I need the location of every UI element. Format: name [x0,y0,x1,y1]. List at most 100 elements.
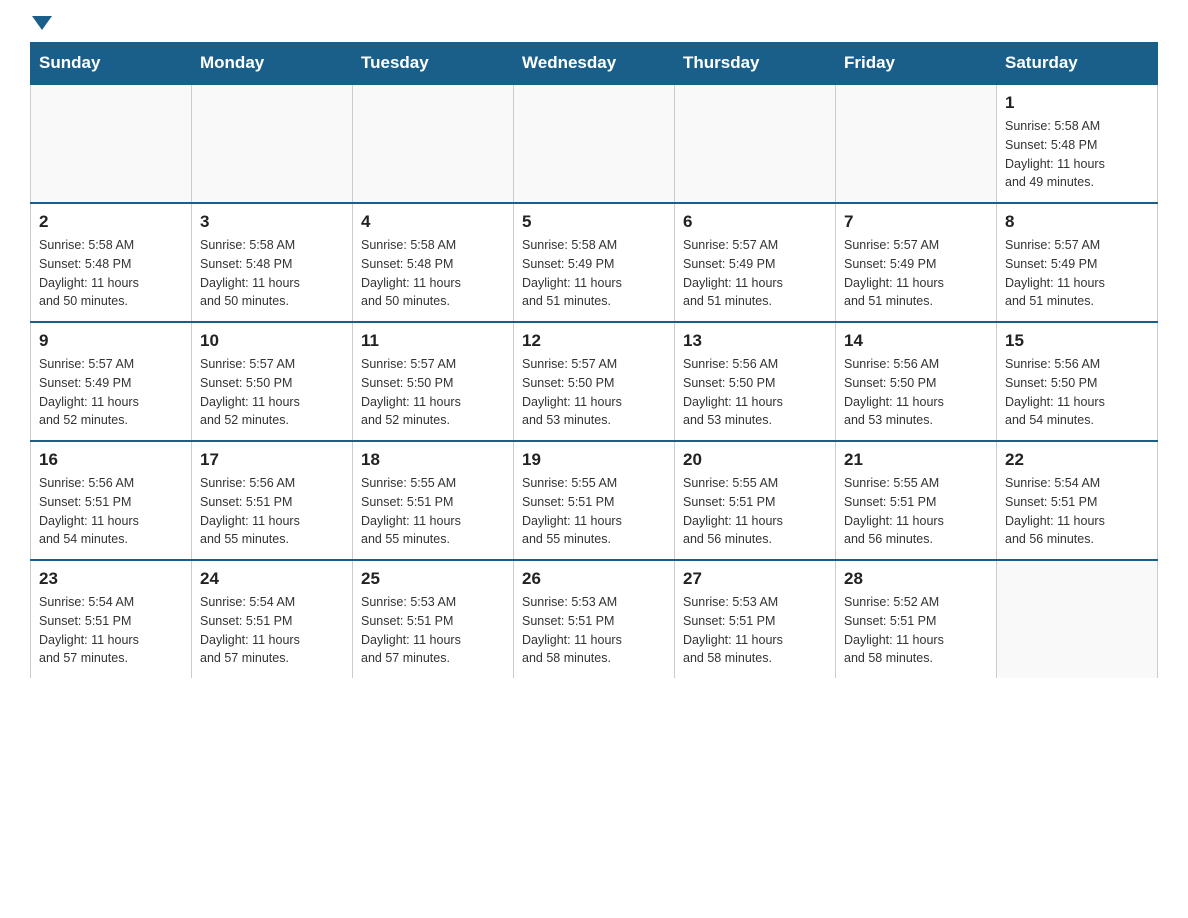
calendar-cell: 8 Sunrise: 5:57 AM Sunset: 5:49 PM Daylig… [997,203,1158,322]
day-number: 4 [361,212,505,232]
calendar-cell [353,84,514,203]
calendar-cell [31,84,192,203]
calendar-header-row: SundayMondayTuesdayWednesdayThursdayFrid… [31,43,1158,85]
page-header [30,20,1158,32]
day-info: Sunrise: 5:58 AM Sunset: 5:49 PM Dayligh… [522,236,666,311]
calendar-cell: 27 Sunrise: 5:53 AM Sunset: 5:51 PM Dayli… [675,560,836,678]
day-info: Sunrise: 5:56 AM Sunset: 5:50 PM Dayligh… [844,355,988,430]
calendar-cell: 16 Sunrise: 5:56 AM Sunset: 5:51 PM Dayli… [31,441,192,560]
calendar-cell [514,84,675,203]
day-number: 11 [361,331,505,351]
day-header-wednesday: Wednesday [514,43,675,85]
day-info: Sunrise: 5:57 AM Sunset: 5:49 PM Dayligh… [844,236,988,311]
day-info: Sunrise: 5:57 AM Sunset: 5:49 PM Dayligh… [683,236,827,311]
calendar-cell: 17Sunrise: 5:56 AM Sunset: 5:51 PM Dayli… [192,441,353,560]
calendar-cell: 20 Sunrise: 5:55 AM Sunset: 5:51 PM Dayli… [675,441,836,560]
day-number: 25 [361,569,505,589]
day-info: Sunrise: 5:55 AM Sunset: 5:51 PM Dayligh… [361,474,505,549]
calendar-cell [675,84,836,203]
day-header-tuesday: Tuesday [353,43,514,85]
calendar-cell: 24 Sunrise: 5:54 AM Sunset: 5:51 PM Dayli… [192,560,353,678]
calendar-cell: 18 Sunrise: 5:55 AM Sunset: 5:51 PM Dayli… [353,441,514,560]
calendar-cell [192,84,353,203]
day-number: 2 [39,212,183,232]
calendar-cell [836,84,997,203]
day-info: Sunrise: 5:58 AM Sunset: 5:48 PM Dayligh… [39,236,183,311]
day-info: Sunrise: 5:58 AM Sunset: 5:48 PM Dayligh… [1005,117,1149,192]
calendar-cell: 7 Sunrise: 5:57 AM Sunset: 5:49 PM Daylig… [836,203,997,322]
calendar-cell: 4 Sunrise: 5:58 AM Sunset: 5:48 PM Daylig… [353,203,514,322]
day-number: 24 [200,569,344,589]
day-info: Sunrise: 5:55 AM Sunset: 5:51 PM Dayligh… [844,474,988,549]
calendar-cell: 9 Sunrise: 5:57 AM Sunset: 5:49 PM Daylig… [31,322,192,441]
calendar-table: SundayMondayTuesdayWednesdayThursdayFrid… [30,42,1158,678]
day-info: Sunrise: 5:54 AM Sunset: 5:51 PM Dayligh… [1005,474,1149,549]
day-number: 7 [844,212,988,232]
day-number: 15 [1005,331,1149,351]
calendar-cell: 10 Sunrise: 5:57 AM Sunset: 5:50 PM Dayli… [192,322,353,441]
day-header-thursday: Thursday [675,43,836,85]
logo [30,20,52,32]
day-number: 20 [683,450,827,470]
calendar-cell: 26 Sunrise: 5:53 AM Sunset: 5:51 PM Dayli… [514,560,675,678]
day-number: 22 [1005,450,1149,470]
day-number: 19 [522,450,666,470]
day-number: 5 [522,212,666,232]
day-info: Sunrise: 5:55 AM Sunset: 5:51 PM Dayligh… [522,474,666,549]
day-number: 14 [844,331,988,351]
calendar-cell: 19 Sunrise: 5:55 AM Sunset: 5:51 PM Dayli… [514,441,675,560]
calendar-cell: 13 Sunrise: 5:56 AM Sunset: 5:50 PM Dayli… [675,322,836,441]
day-info: Sunrise: 5:56 AM Sunset: 5:51 PM Dayligh… [39,474,183,549]
calendar-week-row: 1 Sunrise: 5:58 AM Sunset: 5:48 PM Daylig… [31,84,1158,203]
day-info: Sunrise: 5:57 AM Sunset: 5:50 PM Dayligh… [522,355,666,430]
day-number: 9 [39,331,183,351]
day-number: 28 [844,569,988,589]
day-info: Sunrise: 5:52 AM Sunset: 5:51 PM Dayligh… [844,593,988,668]
day-number: 17 [200,450,344,470]
day-header-saturday: Saturday [997,43,1158,85]
day-info: Sunrise: 5:57 AM Sunset: 5:50 PM Dayligh… [361,355,505,430]
calendar-cell [997,560,1158,678]
day-number: 16 [39,450,183,470]
calendar-cell: 28 Sunrise: 5:52 AM Sunset: 5:51 PM Dayli… [836,560,997,678]
day-number: 8 [1005,212,1149,232]
calendar-cell: 6 Sunrise: 5:57 AM Sunset: 5:49 PM Daylig… [675,203,836,322]
day-number: 3 [200,212,344,232]
day-info: Sunrise: 5:57 AM Sunset: 5:49 PM Dayligh… [39,355,183,430]
day-info: Sunrise: 5:54 AM Sunset: 5:51 PM Dayligh… [39,593,183,668]
day-number: 21 [844,450,988,470]
day-number: 6 [683,212,827,232]
calendar-week-row: 23 Sunrise: 5:54 AM Sunset: 5:51 PM Dayli… [31,560,1158,678]
calendar-cell: 3Sunrise: 5:58 AM Sunset: 5:48 PM Daylig… [192,203,353,322]
calendar-cell: 25 Sunrise: 5:53 AM Sunset: 5:51 PM Dayli… [353,560,514,678]
day-number: 26 [522,569,666,589]
day-info: Sunrise: 5:53 AM Sunset: 5:51 PM Dayligh… [361,593,505,668]
day-info: Sunrise: 5:54 AM Sunset: 5:51 PM Dayligh… [200,593,344,668]
day-info: Sunrise: 5:53 AM Sunset: 5:51 PM Dayligh… [683,593,827,668]
calendar-cell: 22 Sunrise: 5:54 AM Sunset: 5:51 PM Dayli… [997,441,1158,560]
calendar-cell: 5 Sunrise: 5:58 AM Sunset: 5:49 PM Daylig… [514,203,675,322]
calendar-cell: 23 Sunrise: 5:54 AM Sunset: 5:51 PM Dayli… [31,560,192,678]
day-number: 10 [200,331,344,351]
day-number: 12 [522,331,666,351]
day-info: Sunrise: 5:56 AM Sunset: 5:50 PM Dayligh… [1005,355,1149,430]
day-info: Sunrise: 5:55 AM Sunset: 5:51 PM Dayligh… [683,474,827,549]
day-number: 18 [361,450,505,470]
calendar-cell: 14 Sunrise: 5:56 AM Sunset: 5:50 PM Dayli… [836,322,997,441]
day-number: 13 [683,331,827,351]
day-number: 23 [39,569,183,589]
day-header-monday: Monday [192,43,353,85]
day-header-friday: Friday [836,43,997,85]
day-info: Sunrise: 5:57 AM Sunset: 5:49 PM Dayligh… [1005,236,1149,311]
day-info: Sunrise: 5:56 AM Sunset: 5:50 PM Dayligh… [683,355,827,430]
calendar-cell: 2 Sunrise: 5:58 AM Sunset: 5:48 PM Daylig… [31,203,192,322]
calendar-cell: 15 Sunrise: 5:56 AM Sunset: 5:50 PM Dayli… [997,322,1158,441]
day-number: 27 [683,569,827,589]
day-info: Sunrise: 5:53 AM Sunset: 5:51 PM Dayligh… [522,593,666,668]
calendar-week-row: 2 Sunrise: 5:58 AM Sunset: 5:48 PM Daylig… [31,203,1158,322]
day-info: Sunrise: 5:58 AM Sunset: 5:48 PM Dayligh… [361,236,505,311]
day-number: 1 [1005,93,1149,113]
calendar-cell: 21 Sunrise: 5:55 AM Sunset: 5:51 PM Dayli… [836,441,997,560]
day-info: Sunrise: 5:57 AM Sunset: 5:50 PM Dayligh… [200,355,344,430]
calendar-cell: 1 Sunrise: 5:58 AM Sunset: 5:48 PM Daylig… [997,84,1158,203]
